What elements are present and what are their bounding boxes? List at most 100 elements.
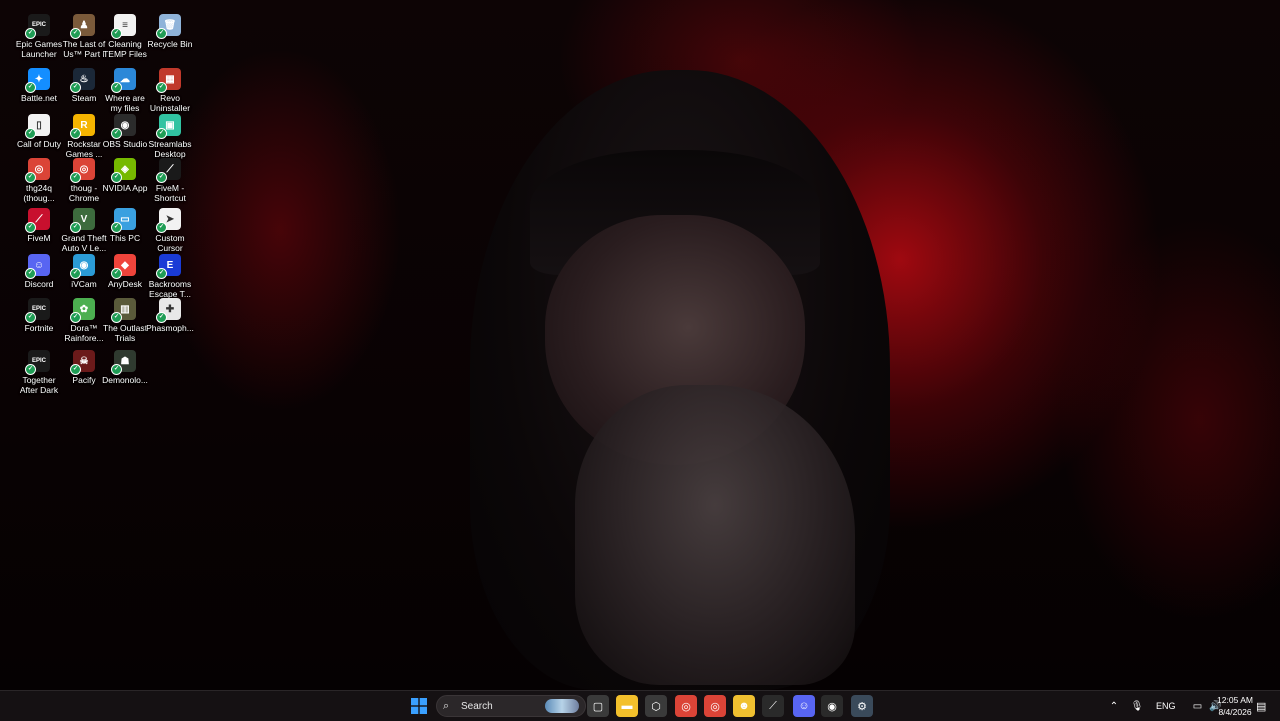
desktop-shortcut[interactable]: EPIC ✓ Fortnite [14,298,64,333]
desktop-shortcut[interactable]: E ✓ Backrooms Escape T... [145,254,195,299]
sync-check-icon: ✓ [156,172,167,183]
emoji-app-icon[interactable]: ☻ [733,695,755,717]
desktop-shortcut[interactable]: ⟋ ✓ FiveM - Shortcut [145,158,195,203]
desktop-shortcut[interactable]: 🗑 ✓ Recycle Bin [145,14,195,49]
desktop-shortcut[interactable]: ▭ ✓ This PC [100,208,150,243]
taskbar: ⌕ Search ▢ ▬ ⬡ ◎ ◎ ☻ ⟋ ☺ ◉ ⚙ ⌃ 🎙 ENG ▭ 🔊 12:05 AM… [0,690,1280,721]
desktop-shortcut-label: Battle.net [21,93,57,103]
desktop-shortcut[interactable]: ➤ ✓ Custom Cursor [145,208,195,253]
desktop-shortcut[interactable]: ▣ ✓ Streamlabs Desktop [145,114,195,159]
battle-net-icon: ✦ ✓ [25,68,50,93]
desktop-shortcut-label: Epic Games Launcher [15,39,63,59]
fortnite-icon: EPIC ✓ [25,298,50,323]
desktop-shortcut-label: FiveM - Shortcut [154,183,186,203]
gta-v-icon: V ✓ [70,208,95,233]
task-view-icon[interactable]: ▢ [587,695,609,717]
sync-check-icon: ✓ [25,312,36,323]
desktop-shortcut[interactable]: ◈ ✓ NVIDIA App [100,158,150,193]
chrome-icon: ◎ ✓ [70,158,95,183]
language-indicator[interactable]: ENG [1156,701,1176,711]
sync-check-icon: ✓ [156,82,167,93]
system-tray: ⌃ 🎙 ENG ▭ 🔊 [1106,691,1224,721]
chrome-profile-icon[interactable]: ◎ [675,695,697,717]
network-icon[interactable]: ▭ [1190,701,1206,712]
taskbar-search-box[interactable]: ⌕ Search [436,695,586,717]
fivem-icon: ⟋ ✓ [156,158,181,183]
desktop-shortcut[interactable]: ✚ ✓ Phasmoph... [145,298,195,333]
sync-check-icon: ✓ [156,128,167,139]
taskbar-clock[interactable]: 12:05 AM 8/4/2026 [1213,694,1257,718]
desktop-shortcut-label: thg24q (thoug... [23,183,55,203]
search-placeholder: Search [461,700,493,712]
file-explorer-icon[interactable]: ▬ [616,695,638,717]
sync-check-icon: ✓ [25,364,36,375]
steam-icon: ♨ ✓ [70,68,95,93]
sync-check-icon: ✓ [111,268,122,279]
desktop-shortcut[interactable]: ⟋ ✓ FiveM [14,208,64,243]
document-icon: ≡ ✓ [111,14,136,39]
sync-check-icon: ✓ [70,128,81,139]
search-highlight-art [545,699,579,713]
revo-uninstaller-icon: ▦ ✓ [156,68,181,93]
sync-check-icon: ✓ [156,28,167,39]
desktop-shortcut-label: Fortnite [24,323,54,333]
sync-check-icon: ✓ [70,312,81,323]
obs-studio-icon: ◉ ✓ [111,114,136,139]
desktop-shortcut-label: Phasmoph... [146,323,194,333]
this-pc-icon: ▭ ✓ [111,208,136,233]
desktop-shortcut[interactable]: EPIC ✓ Epic Games Launcher [14,14,64,59]
desktop-shortcut-label: Revo Uninstaller [149,93,191,113]
sync-check-icon: ✓ [70,172,81,183]
desktop-shortcut[interactable]: ≡ ✓ Cleaning TEMP Files [100,14,150,59]
chevron-up-icon[interactable]: ⌃ [1106,701,1122,712]
pacify-icon: ☠ ✓ [70,350,95,375]
desktop-shortcut[interactable]: ◎ ✓ thg24q (thoug... [14,158,64,203]
phasmophobia-icon: ✚ ✓ [156,298,181,323]
recycle-bin-icon: 🗑 ✓ [156,14,181,39]
desktop-shortcut-label: Demonolo... [102,375,148,385]
settings-gear-icon[interactable]: ⚙ [851,695,873,717]
outlast-icon: ▥ ✓ [111,298,136,323]
sync-check-icon: ✓ [156,222,167,233]
sync-check-icon: ✓ [70,222,81,233]
desktop-shortcut[interactable]: ▥ ✓ The Outlast Trials [100,298,150,343]
sync-check-icon: ✓ [70,82,81,93]
ivcam-icon: ◉ ✓ [70,254,95,279]
desktop-shortcut[interactable]: ☺ ✓ Discord [14,254,64,289]
desktop-shortcut-label: Recycle Bin [147,39,193,49]
desktop-shortcut[interactable]: ◆ ✓ AnyDesk [100,254,150,289]
discord-taskbar-icon[interactable]: ☺ [793,695,815,717]
search-icon: ⌕ [443,699,450,712]
sync-check-icon: ✓ [111,364,122,375]
nvidia-icon: ◈ ✓ [111,158,136,183]
fivem-taskbar-icon[interactable]: ⟋ [762,695,784,717]
sync-check-icon: ✓ [70,28,81,39]
windows-start-icon[interactable] [408,695,430,717]
rockstar-games-icon: R ✓ [70,114,95,139]
desktop-shortcut[interactable]: ◉ ✓ OBS Studio [100,114,150,149]
obs-taskbar-icon[interactable]: ◉ [821,695,843,717]
desktop-shortcut[interactable]: ☗ ✓ Demonolo... [100,350,150,385]
notification-icon[interactable]: ▤ [1256,691,1266,721]
desktop-shortcut[interactable]: ✦ ✓ Battle.net [14,68,64,103]
desktop-shortcut[interactable]: EPIC ✓ Together After Dark [14,350,64,395]
desktop-shortcut-label: Streamlabs Desktop [148,139,192,159]
dora-icon: ✿ ✓ [70,298,95,323]
desktop-shortcut-label: Where are my files [105,93,145,113]
epic-games-icon: EPIC ✓ [25,350,50,375]
desktop-shortcut-label: Together After Dark [19,375,59,395]
desktop-shortcut-label: NVIDIA App [102,183,148,193]
desktop-shortcut[interactable]: ▯ ✓ Call of Duty [14,114,64,149]
sync-check-icon: ✓ [111,172,122,183]
sync-check-icon: ✓ [70,364,81,375]
sync-check-icon: ✓ [111,82,122,93]
desktop-shortcut[interactable]: ▦ ✓ Revo Uninstaller [145,68,195,113]
discord-icon: ☺ ✓ [25,254,50,279]
microphone-icon[interactable]: 🎙 [1126,701,1148,712]
desktop-shortcut-label: Discord [24,279,54,289]
call-of-duty-icon: ▯ ✓ [25,114,50,139]
sync-check-icon: ✓ [111,128,122,139]
desktop-shortcut[interactable]: ☁ ✓ Where are my files [100,68,150,113]
settings-app-icon[interactable]: ⬡ [645,695,667,717]
chrome-icon[interactable]: ◎ [704,695,726,717]
